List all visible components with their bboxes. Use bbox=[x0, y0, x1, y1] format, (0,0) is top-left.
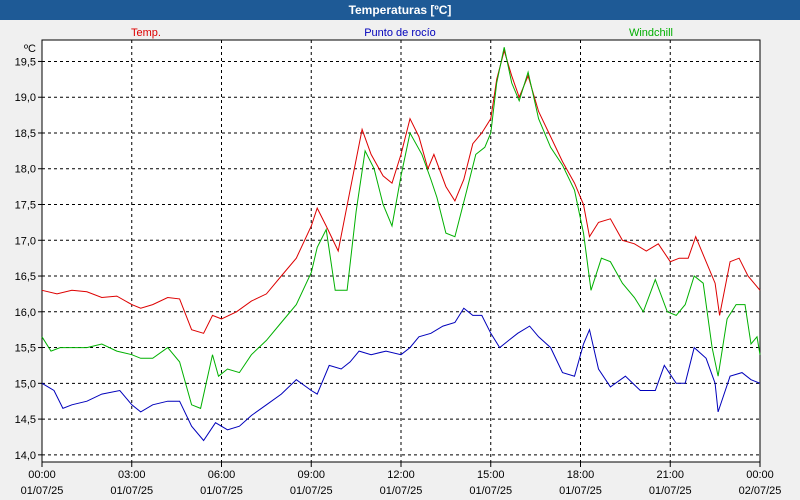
x-tick-time: 18:00 bbox=[567, 469, 595, 481]
y-tick-label: 15,0 bbox=[15, 378, 36, 390]
y-tick-label: 18,0 bbox=[15, 164, 36, 176]
x-tick-date: 01/07/25 bbox=[290, 485, 333, 497]
legend-windchill: Windchill bbox=[629, 27, 673, 39]
x-tick-date: 02/07/25 bbox=[739, 485, 782, 497]
y-tick-label: 19,5 bbox=[15, 56, 36, 68]
x-tick-time: 15:00 bbox=[477, 469, 505, 481]
x-tick-date: 01/07/25 bbox=[21, 485, 64, 497]
y-tick-label: 14,0 bbox=[15, 450, 36, 462]
x-tick-date: 01/07/25 bbox=[559, 485, 602, 497]
y-tick-label: 16,0 bbox=[15, 307, 36, 319]
x-tick-time: 09:00 bbox=[297, 469, 325, 481]
legend-punto-de-roc-o: Punto de rocío bbox=[364, 27, 436, 39]
x-tick-date: 01/07/25 bbox=[380, 485, 423, 497]
legend-temp: Temp. bbox=[131, 27, 161, 39]
y-tick-label: 14,5 bbox=[15, 414, 36, 426]
x-tick-time: 00:00 bbox=[28, 469, 56, 481]
y-tick-label: 16,5 bbox=[15, 271, 36, 283]
x-tick-time: 21:00 bbox=[656, 469, 684, 481]
x-tick-date: 01/07/25 bbox=[649, 485, 692, 497]
x-tick-date: 01/07/25 bbox=[200, 485, 243, 497]
x-tick-time: 06:00 bbox=[208, 469, 236, 481]
y-tick-label: 17,5 bbox=[15, 200, 36, 212]
x-tick-date: 01/07/25 bbox=[469, 485, 512, 497]
x-tick-time: 00:00 bbox=[746, 469, 774, 481]
x-tick-time: 03:00 bbox=[118, 469, 146, 481]
y-axis-unit: ºC bbox=[24, 43, 36, 55]
x-tick-time: 12:00 bbox=[387, 469, 415, 481]
temperature-chart: 14,0 14,5 15,0 15,5 16,0 16,5 17,0 17,5 18,0 18,5… bbox=[0, 20, 800, 500]
chart-title: Temperaturas [ºC] bbox=[0, 0, 800, 20]
y-tick-label: 17,0 bbox=[15, 235, 36, 247]
y-tick-label: 15,5 bbox=[15, 343, 36, 355]
y-tick-label: 18,5 bbox=[15, 128, 36, 140]
x-tick-date: 01/07/25 bbox=[110, 485, 153, 497]
y-tick-label: 19,0 bbox=[15, 92, 36, 104]
